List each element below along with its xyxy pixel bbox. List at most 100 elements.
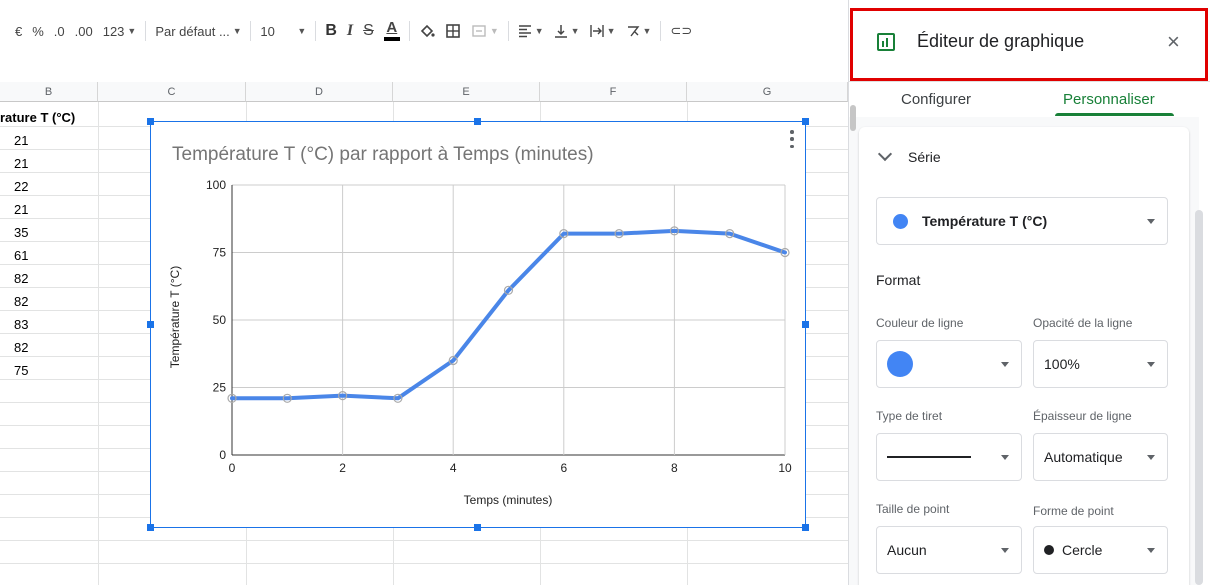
point-size-label: Taille de point — [876, 502, 950, 516]
dash-type-label: Type de tiret — [876, 409, 943, 423]
horizontal-align-button[interactable]: ▼ — [513, 17, 549, 45]
percent-format-button[interactable]: % — [27, 17, 49, 45]
point-size-select[interactable]: Aucun — [876, 526, 1022, 574]
increase-decimal-button[interactable]: .00 — [70, 17, 98, 45]
cell-b2[interactable]: 21 — [0, 129, 98, 152]
column-header-e[interactable]: E — [393, 82, 540, 102]
cell-b10[interactable]: 83 — [0, 313, 98, 336]
x-tick-label: 0 — [229, 461, 236, 475]
font-size-select[interactable]: 10 ▼ — [255, 17, 311, 45]
y-tick-label: 0 — [219, 448, 226, 462]
chevron-down-icon — [1147, 362, 1155, 367]
font-family-value: Par défaut ... — [155, 23, 230, 39]
text-color-button[interactable]: A — [379, 17, 405, 45]
resize-handle-top[interactable] — [474, 118, 481, 125]
resize-handle-top-right[interactable] — [802, 118, 809, 125]
text-color-icon: A — [383, 20, 400, 41]
resize-handle-bottom[interactable] — [474, 524, 481, 531]
chevron-down-icon — [1147, 219, 1155, 224]
chart-menu-button[interactable] — [789, 130, 795, 148]
resize-handle-right[interactable] — [802, 321, 809, 328]
line-chart: Température T (°C) par rapport à Temps (… — [168, 144, 792, 507]
format-heading: Format — [876, 272, 921, 288]
column-header-b[interactable]: B — [0, 82, 98, 102]
toolbar-divider — [145, 21, 147, 41]
cell-b8[interactable]: 82 — [0, 267, 98, 290]
chevron-down-icon — [1147, 548, 1155, 553]
resize-handle-bottom-left[interactable] — [147, 524, 154, 531]
strikethrough-button[interactable]: S — [358, 17, 379, 45]
resize-handle-bottom-right[interactable] — [802, 524, 809, 531]
circle-icon — [1044, 545, 1054, 555]
toolbar-divider — [507, 21, 509, 41]
chart-editor-panel: Éditeur de graphique × Configurer Person… — [848, 0, 1210, 585]
toolbar-divider — [250, 21, 252, 41]
point-size-value: Aucun — [887, 542, 927, 558]
chart-editor-header: Éditeur de graphique × — [849, 0, 1210, 82]
y-tick-label: 100 — [206, 178, 226, 192]
panel-scrollbar[interactable] — [1195, 210, 1203, 585]
line-width-label: Épaisseur de ligne — [1033, 409, 1132, 423]
align-left-icon — [518, 25, 531, 38]
point-shape-select[interactable]: Cercle — [1033, 526, 1168, 574]
insert-link-button[interactable]: ⊂⊃ — [665, 17, 697, 45]
chevron-down-icon: ▼ — [570, 26, 580, 36]
italic-button[interactable]: I — [342, 17, 358, 45]
active-tab-indicator — [1055, 113, 1174, 116]
borders-button[interactable] — [440, 17, 466, 45]
cell-b7[interactable]: 61 — [0, 244, 98, 267]
chevron-down-icon — [1001, 362, 1009, 367]
dash-type-select[interactable] — [876, 433, 1022, 481]
y-tick-label: 75 — [213, 246, 227, 260]
text-wrap-button[interactable]: ▼ — [585, 17, 621, 45]
cell-b1[interactable]: rature T (°C) — [0, 106, 98, 129]
toolbar-divider — [660, 21, 662, 41]
cell-b9[interactable]: 82 — [0, 290, 98, 313]
bold-button[interactable]: B — [320, 17, 342, 45]
resize-handle-left[interactable] — [147, 321, 154, 328]
line-width-value: Automatique — [1044, 449, 1123, 465]
text-rotation-icon — [627, 26, 639, 37]
font-family-select[interactable]: Par défaut ... ▼ — [150, 17, 246, 45]
cell-b12[interactable]: 75 — [0, 359, 98, 382]
row-line — [0, 563, 848, 564]
embedded-chart[interactable]: Température T (°C) par rapport à Temps (… — [150, 121, 806, 528]
sheets-window: € % .0 .00 123 ▼ Par défaut ... ▼ 10 ▼ B I … — [0, 0, 1210, 585]
line-width-select[interactable]: Automatique — [1033, 433, 1168, 481]
line-opacity-select[interactable]: 100% — [1033, 340, 1168, 388]
decrease-decimal-button[interactable]: .0 — [49, 17, 70, 45]
chevron-down-icon: ▼ — [489, 26, 499, 36]
y-axis-label: Température T (°C) — [168, 266, 182, 368]
text-rotation-button[interactable]: ▼ — [621, 17, 657, 45]
line-color-select[interactable] — [876, 340, 1022, 388]
more-formats-label: 123 — [102, 23, 125, 39]
column-header-g[interactable]: G — [687, 82, 848, 102]
vertical-align-button[interactable]: ▼ — [549, 17, 585, 45]
chevron-down-icon: ▼ — [606, 26, 616, 36]
section-serie-header[interactable]: Série — [877, 146, 941, 165]
column-header-d[interactable]: D — [246, 82, 393, 102]
merge-cells-button[interactable]: ▼ — [466, 17, 504, 45]
cell-b11[interactable]: 82 — [0, 336, 98, 359]
more-formats-button[interactable]: 123 ▼ — [98, 17, 142, 45]
grid-line — [98, 102, 99, 585]
cell-b6[interactable]: 35 — [0, 221, 98, 244]
cell-b3[interactable]: 21 — [0, 152, 98, 175]
x-tick-label: 2 — [339, 461, 346, 475]
column-header-c[interactable]: C — [98, 82, 246, 102]
fill-color-button[interactable] — [414, 17, 440, 45]
column-header-f[interactable]: F — [540, 82, 687, 102]
series-select[interactable]: Température T (°C) — [876, 197, 1168, 245]
x-tick-label: 4 — [450, 461, 457, 475]
tab-personnaliser[interactable]: Personnaliser — [1063, 91, 1155, 108]
tab-configurer[interactable]: Configurer — [901, 91, 971, 108]
currency-format-button[interactable]: € — [10, 17, 27, 45]
toolbar: € % .0 .00 123 ▼ Par défaut ... ▼ 10 ▼ B I … — [0, 0, 848, 62]
cell-b4[interactable]: 22 — [0, 175, 98, 198]
chevron-down-icon: ▼ — [297, 26, 307, 36]
color-swatch — [887, 351, 913, 377]
panel-scrollbar-top[interactable] — [850, 105, 856, 131]
resize-handle-top-left[interactable] — [147, 118, 154, 125]
cell-b5[interactable]: 21 — [0, 198, 98, 221]
y-tick-label: 50 — [213, 313, 227, 327]
